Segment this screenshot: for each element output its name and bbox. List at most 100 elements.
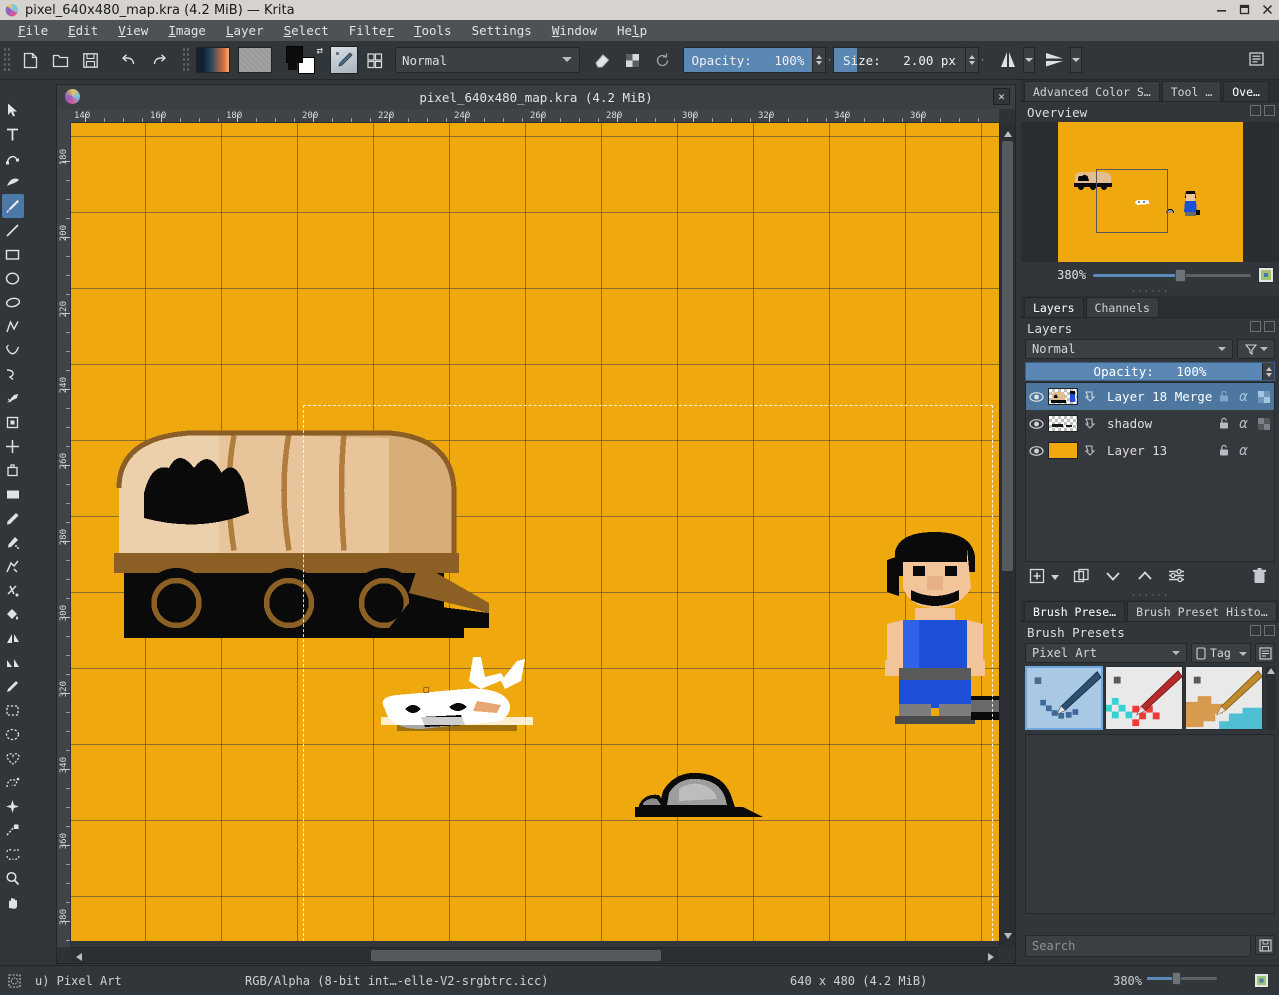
layer-thumbnail[interactable]	[1048, 388, 1078, 405]
zoom-tool[interactable]	[2, 866, 24, 890]
canvas-vertical-scrollbar[interactable]	[999, 123, 1015, 947]
layer-lock-icon[interactable]	[1215, 442, 1232, 459]
line-tool[interactable]	[2, 218, 24, 242]
tab-layers[interactable]: Layers	[1024, 297, 1084, 317]
menu-image[interactable]: Image	[158, 21, 216, 40]
save-document-button[interactable]	[76, 46, 104, 74]
menu-edit[interactable]: Edit	[58, 21, 108, 40]
list-item[interactable]	[1185, 666, 1263, 730]
workspace-chooser-button[interactable]	[1243, 46, 1271, 74]
brush-preset-grid[interactable]	[1025, 666, 1276, 732]
scroll-left-icon[interactable]	[75, 951, 83, 965]
size-spinner[interactable]	[966, 47, 979, 73]
layer-inherit-alpha-icon[interactable]	[1255, 415, 1272, 432]
brush-presets-options-button[interactable]	[1255, 643, 1275, 663]
add-layer-button[interactable]	[1029, 568, 1045, 587]
gradient-swatch[interactable]	[196, 47, 230, 73]
subwindow-close-button[interactable]: ✕	[993, 88, 1010, 105]
polygon-tool[interactable]	[2, 290, 24, 314]
status-zoom-knob[interactable]	[1172, 972, 1182, 985]
float-docker-icon[interactable]	[1250, 321, 1261, 332]
scroll-down-icon[interactable]	[1003, 929, 1013, 943]
similar-color-selection-tool[interactable]	[2, 842, 24, 866]
layer-thumbnail[interactable]	[1048, 442, 1078, 459]
tab-channels[interactable]: Channels	[1085, 297, 1159, 317]
calligraphy-tool[interactable]	[2, 170, 24, 194]
opacity-slider[interactable]: Opacity: 100%	[683, 47, 813, 73]
list-item[interactable]	[1105, 666, 1183, 730]
brush-editor-button[interactable]	[360, 46, 388, 74]
menu-file[interactable]: File	[8, 21, 58, 40]
opacity-slider-group[interactable]: Opacity: 100% ·	[683, 47, 833, 73]
gradient-edit-tool[interactable]	[2, 650, 24, 674]
ellipse-tool[interactable]	[2, 266, 24, 290]
colorize-mask-tool[interactable]	[2, 554, 24, 578]
move-tool[interactable]	[2, 458, 24, 482]
pattern-swatch[interactable]	[238, 47, 272, 73]
image-canvas[interactable]: ◻	[71, 123, 999, 941]
tab-tool-options[interactable]: Tool …	[1161, 81, 1222, 101]
brush-preset-list-area[interactable]	[1025, 734, 1275, 914]
text-tool[interactable]	[2, 122, 24, 146]
tab-overview[interactable]: Ove…	[1223, 81, 1269, 101]
layer-lock-icon[interactable]	[1215, 388, 1232, 405]
polyline-tool[interactable]	[2, 314, 24, 338]
menu-view[interactable]: View	[108, 21, 158, 40]
save-preset-button[interactable]	[1255, 935, 1275, 955]
size-slider[interactable]: Size: 2.00 px	[833, 47, 966, 73]
delete-layer-button[interactable]	[1252, 568, 1267, 587]
default-colors-icon[interactable]	[288, 61, 297, 70]
mirror-vertical-options[interactable]	[1070, 47, 1082, 73]
close-docker-icon[interactable]	[1264, 321, 1275, 332]
add-layer-dropdown-icon[interactable]	[1051, 574, 1059, 580]
layer-blending-mode-selector[interactable]: Normal	[1025, 339, 1233, 359]
menu-layer[interactable]: Layer	[216, 21, 274, 40]
elliptical-selection-tool[interactable]	[2, 722, 24, 746]
polygonal-selection-tool[interactable]	[2, 746, 24, 770]
fill-tool[interactable]	[2, 602, 24, 626]
overview-viewport-rect[interactable]	[1096, 169, 1168, 233]
table-row[interactable]: shadow α	[1026, 410, 1274, 437]
list-item[interactable]	[1025, 666, 1103, 730]
bezier-curve-tool[interactable]	[2, 338, 24, 362]
move-layer-down-button[interactable]	[1104, 569, 1122, 586]
undo-button[interactable]	[115, 46, 143, 74]
layer-opacity-spinner[interactable]	[1262, 363, 1274, 380]
zoom-slider-knob[interactable]	[1175, 268, 1187, 282]
freehand-selection-tool[interactable]	[2, 770, 24, 794]
pan-tool[interactable]	[2, 890, 24, 914]
maximize-button[interactable]	[1239, 4, 1250, 17]
tab-advanced-color-selector[interactable]: Advanced Color S…	[1024, 81, 1160, 101]
contiguous-selection-tool[interactable]	[2, 818, 24, 842]
open-document-button[interactable]	[46, 46, 74, 74]
scroll-right-icon[interactable]	[987, 951, 995, 965]
float-docker-icon[interactable]	[1250, 625, 1261, 636]
tab-brush-presets[interactable]: Brush Prese…	[1024, 601, 1126, 621]
horizontal-scroll-thumb[interactable]	[371, 950, 661, 961]
menu-tools[interactable]: Tools	[404, 21, 462, 40]
layer-alpha-icon[interactable]: α	[1235, 442, 1252, 459]
brush-preset-button[interactable]	[330, 46, 358, 74]
layer-inherit-alpha-icon[interactable]	[1255, 388, 1272, 405]
brush-tag-selector[interactable]: Pixel Art	[1025, 643, 1187, 663]
layer-filter-button[interactable]	[1237, 339, 1275, 359]
select-shapes-tool[interactable]	[2, 98, 24, 122]
tab-brush-preset-history[interactable]: Brush Preset Histo…	[1127, 601, 1277, 621]
rectangle-tool[interactable]	[2, 242, 24, 266]
vertical-ruler[interactable]: 180 200 220 240 260 280 300 320 340 360 380	[57, 123, 71, 947]
layer-visibility-icon[interactable]	[1028, 388, 1045, 405]
canvas-horizontal-scrollbar[interactable]	[71, 947, 999, 963]
close-button[interactable]	[1262, 4, 1273, 17]
color-profile-status[interactable]: RGB/Alpha (8-bit int…-elle-V2-srgbtrc.ic…	[245, 974, 548, 988]
layer-thumbnail[interactable]	[1048, 415, 1078, 432]
dock-splitter-2[interactable]: ······	[1021, 591, 1279, 601]
smart-patch-tool[interactable]	[2, 578, 24, 602]
dynamic-brush-tool[interactable]	[2, 386, 24, 410]
menu-help[interactable]: Help	[607, 21, 657, 40]
redo-button[interactable]	[145, 46, 173, 74]
duplicate-layer-button[interactable]	[1073, 568, 1090, 587]
layer-style-icon[interactable]	[1081, 442, 1098, 459]
layer-list[interactable]: Layer 18 Merged α shadow α Layer 13 α	[1025, 382, 1275, 562]
foreground-background-color[interactable]: ⇄	[286, 44, 323, 74]
float-docker-icon[interactable]	[1250, 105, 1261, 116]
